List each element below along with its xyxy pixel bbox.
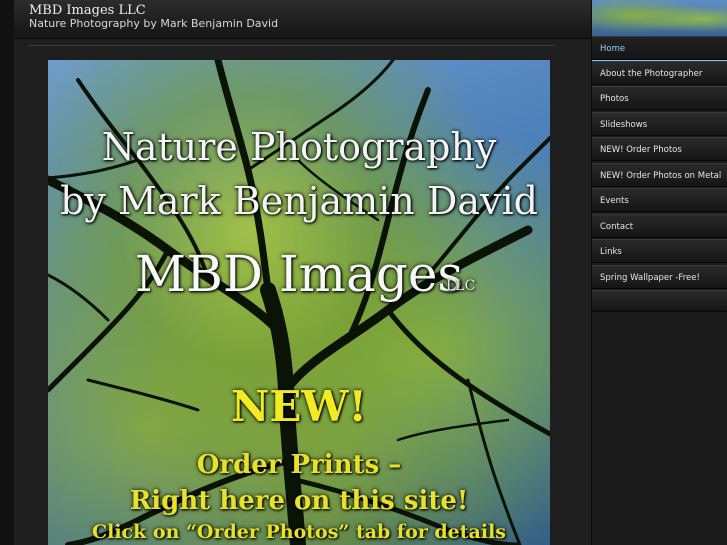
nav-item-order-photos-metal[interactable]: NEW! Order Photos on Metal — [592, 163, 727, 187]
hero-click-instruction: Click on “Order Photos” tab for details — [91, 521, 506, 543]
hero-brand-name: MBD Images — [134, 245, 464, 303]
sidebar-header-photo — [592, 0, 727, 38]
nav-item-contact[interactable]: Contact — [592, 214, 727, 238]
nav-item-order-photos[interactable]: NEW! Order Photos — [592, 137, 727, 161]
nav-item-home[interactable]: Home — [592, 36, 727, 60]
nav-item-empty — [592, 290, 727, 312]
sidebar-nav: Home About the Photographer Photos Slide… — [591, 0, 727, 545]
hero-brand-suffix: LLC — [446, 278, 476, 294]
content-divider — [28, 45, 555, 46]
left-margin-strip — [0, 0, 14, 545]
hero-right-here: Right here on this site! — [129, 486, 469, 516]
hero-order-prints: Order Prints – — [196, 450, 402, 480]
hero-headline-line1: Nature Photography — [101, 125, 497, 169]
hero-new-badge: NEW! — [230, 382, 367, 431]
nav-item-photos[interactable]: Photos — [592, 86, 727, 110]
site-tagline: Nature Photography by Mark Benjamin Davi… — [29, 17, 279, 30]
nav-item-slideshows[interactable]: Slideshows — [592, 112, 727, 136]
hero-promo-image: Nature Photography by Mark Benjamin Davi… — [48, 60, 550, 545]
site-title[interactable]: MBD Images LLC — [29, 3, 146, 18]
hero-headline-line2: by Mark Benjamin David — [60, 179, 538, 223]
nav-item-events[interactable]: Events — [592, 188, 727, 212]
nav-item-links[interactable]: Links — [592, 239, 727, 263]
nav-item-spring-wallpaper[interactable]: Spring Wallpaper -Free! — [592, 265, 727, 289]
nav-item-about-the-photographer[interactable]: About the Photographer — [592, 61, 727, 85]
